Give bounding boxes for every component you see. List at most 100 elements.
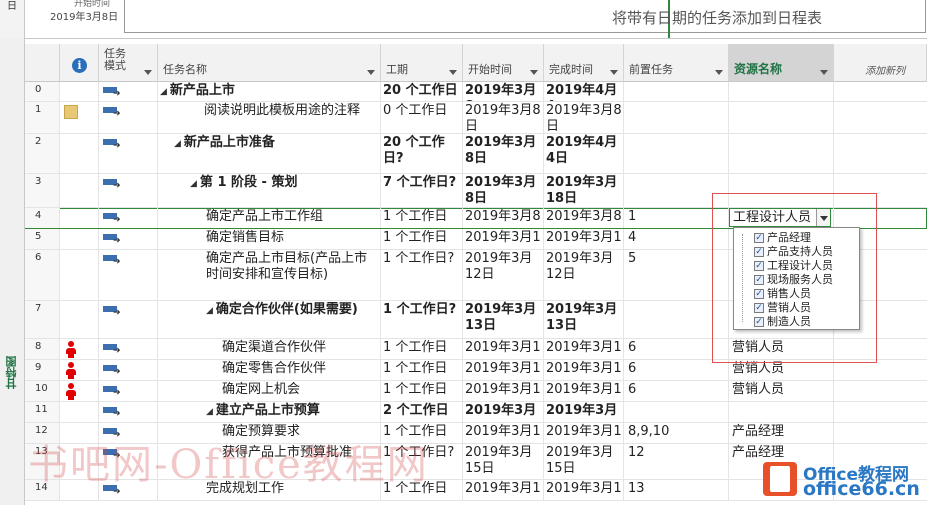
- duration-cell[interactable]: 1 个工作日: [381, 229, 463, 249]
- duration-cell[interactable]: 7 个工作日?: [381, 174, 463, 207]
- table-row[interactable]: 11 ➔ ◢ 建立产品上市预算 2 个工作日 2019年3月 2019年3月: [25, 402, 927, 423]
- finish-cell[interactable]: 2019年3月8日: [544, 102, 624, 133]
- task-name-cell[interactable]: ◢ 第 1 阶段 - 策划: [158, 174, 381, 207]
- start-cell[interactable]: 2019年3月8日: [463, 134, 544, 173]
- predecessors-cell[interactable]: [624, 102, 729, 133]
- predecessors-cell[interactable]: 6: [624, 381, 729, 401]
- finish-cell[interactable]: 2019年4月4: [544, 82, 624, 101]
- table-row[interactable]: 2 ➔ ◢ 新产品上市准备 20 个工作日? 2019年3月8日 2019年4月4日: [25, 134, 927, 174]
- table-row[interactable]: 9 ➔ 确定零售合作伙伴 1 个工作日 2019年3月1 2019年3月1 6 营销人员: [25, 360, 927, 381]
- task-mode-cell[interactable]: ➔: [99, 339, 158, 359]
- resource-combo[interactable]: 工程设计人员: [729, 208, 831, 227]
- row-id[interactable]: 4: [25, 208, 60, 228]
- header-task-mode[interactable]: 任务模式: [99, 44, 158, 82]
- finish-cell[interactable]: 2019年3月12日: [544, 250, 624, 300]
- task-mode-cell[interactable]: ➔: [99, 360, 158, 380]
- task-mode-cell[interactable]: ➔: [99, 174, 158, 207]
- chevron-down-icon[interactable]: [816, 209, 830, 226]
- table-row[interactable]: 0 ➔◢新产品上市20 个工作日2019年3月82019年4月4: [25, 82, 927, 102]
- chevron-down-icon[interactable]: [449, 70, 457, 75]
- duration-cell[interactable]: 2 个工作日: [381, 402, 463, 422]
- task-mode-cell[interactable]: ➔: [99, 134, 158, 173]
- start-cell[interactable]: 2019年3月1: [463, 360, 544, 380]
- duration-cell[interactable]: 1 个工作日?: [381, 250, 463, 300]
- task-mode-cell[interactable]: ➔: [99, 381, 158, 401]
- task-mode-cell[interactable]: ➔: [99, 229, 158, 249]
- row-id[interactable]: 8: [25, 339, 60, 359]
- add-column-cell[interactable]: [834, 402, 927, 422]
- table-row[interactable]: 1 ➔ 阅读说明此模板用途的注释 0 个工作日 2019年3月8日 2019年3月8日: [25, 102, 927, 134]
- start-cell[interactable]: 2019年3月1: [463, 381, 544, 401]
- start-cell[interactable]: 2019年3月13日: [463, 301, 544, 338]
- finish-cell[interactable]: 2019年4月4日: [544, 134, 624, 173]
- task-mode-cell[interactable]: ➔: [99, 402, 158, 422]
- row-id[interactable]: 5: [25, 229, 60, 249]
- collapse-triangle-icon[interactable]: ◢: [206, 407, 213, 417]
- row-id[interactable]: 1: [25, 102, 60, 133]
- duration-cell[interactable]: 0 个工作日: [381, 102, 463, 133]
- header-indicators[interactable]: i: [60, 44, 99, 82]
- task-name-cell[interactable]: ◢ 确定合作伙伴(如果需要): [158, 301, 381, 338]
- checkbox[interactable]: ✓: [754, 303, 764, 313]
- table-row[interactable]: 10 ➔ 确定网上机会 1 个工作日 2019年3月1 2019年3月1 6 营销人员: [25, 381, 927, 402]
- row-id[interactable]: 3: [25, 174, 60, 207]
- header-select-all[interactable]: [25, 44, 60, 82]
- task-name-cell[interactable]: 确定产品上市工作组: [158, 208, 381, 228]
- finish-cell[interactable]: 2019年3月15日: [544, 444, 624, 479]
- add-column-cell[interactable]: [834, 102, 927, 133]
- resource-cell[interactable]: [729, 402, 834, 422]
- checkbox[interactable]: ✓: [754, 247, 764, 257]
- chevron-down-icon[interactable]: [820, 70, 828, 75]
- row-id[interactable]: 0: [25, 82, 60, 101]
- chevron-down-icon[interactable]: [715, 70, 723, 75]
- finish-cell[interactable]: 2019年3月13日: [544, 301, 624, 338]
- task-mode-cell[interactable]: ➔: [99, 250, 158, 300]
- start-cell[interactable]: 2019年3月8日: [463, 102, 544, 133]
- row-id[interactable]: 11: [25, 402, 60, 422]
- duration-cell[interactable]: 20 个工作日: [381, 82, 463, 101]
- start-cell[interactable]: 2019年3月8: [463, 208, 544, 228]
- row-id[interactable]: 6: [25, 250, 60, 300]
- task-mode-cell[interactable]: ➔: [99, 102, 158, 133]
- duration-cell[interactable]: 1 个工作日: [381, 208, 463, 228]
- header-duration[interactable]: 工期: [381, 44, 463, 82]
- duration-cell[interactable]: 1 个工作日?: [381, 301, 463, 338]
- start-cell[interactable]: 2019年3月1: [463, 423, 544, 443]
- finish-cell[interactable]: 2019年3月1: [544, 423, 624, 443]
- finish-cell[interactable]: 2019年3月1: [544, 339, 624, 359]
- start-cell[interactable]: 2019年3月: [463, 402, 544, 422]
- checkbox[interactable]: ✓: [754, 275, 764, 285]
- start-cell[interactable]: 2019年3月12日: [463, 250, 544, 300]
- add-column-cell[interactable]: [834, 360, 927, 380]
- task-name-cell[interactable]: ◢ 新产品上市准备: [158, 134, 381, 173]
- row-id[interactable]: 9: [25, 360, 60, 380]
- duration-cell[interactable]: 1 个工作日: [381, 360, 463, 380]
- task-name-cell[interactable]: 确定销售目标: [158, 229, 381, 249]
- predecessors-cell[interactable]: 8,9,10: [624, 423, 729, 443]
- task-mode-cell[interactable]: ➔: [99, 82, 158, 101]
- checkbox[interactable]: ✓: [754, 317, 764, 327]
- resource-cell[interactable]: [729, 102, 834, 133]
- header-finish[interactable]: 完成时间: [544, 44, 624, 82]
- collapse-triangle-icon[interactable]: ◢: [174, 139, 181, 149]
- task-name-cell[interactable]: ◢ 新产品上市: [158, 82, 381, 101]
- task-name-cell[interactable]: 阅读说明此模板用途的注释: [158, 102, 381, 133]
- collapse-triangle-icon[interactable]: ◢: [206, 306, 213, 316]
- start-cell[interactable]: 2019年3月8: [463, 82, 544, 101]
- predecessors-cell[interactable]: [624, 402, 729, 422]
- collapse-triangle-icon[interactable]: ◢: [160, 87, 167, 97]
- add-column-cell[interactable]: [834, 134, 927, 173]
- predecessors-cell[interactable]: 6: [624, 360, 729, 380]
- row-id[interactable]: 10: [25, 381, 60, 401]
- predecessors-cell[interactable]: [624, 134, 729, 173]
- start-cell[interactable]: 2019年3月8日: [463, 174, 544, 207]
- task-mode-cell[interactable]: ➔: [99, 301, 158, 338]
- finish-cell[interactable]: 2019年3月1: [544, 480, 624, 500]
- task-name-cell[interactable]: 确定网上机会: [158, 381, 381, 401]
- predecessors-cell[interactable]: 13: [624, 480, 729, 500]
- resource-cell[interactable]: 产品经理: [729, 423, 834, 443]
- predecessors-cell[interactable]: 12: [624, 444, 729, 479]
- resource-cell[interactable]: 营销人员: [729, 360, 834, 380]
- resource-cell[interactable]: [729, 134, 834, 173]
- header-predecessors[interactable]: 前置任务: [624, 44, 729, 82]
